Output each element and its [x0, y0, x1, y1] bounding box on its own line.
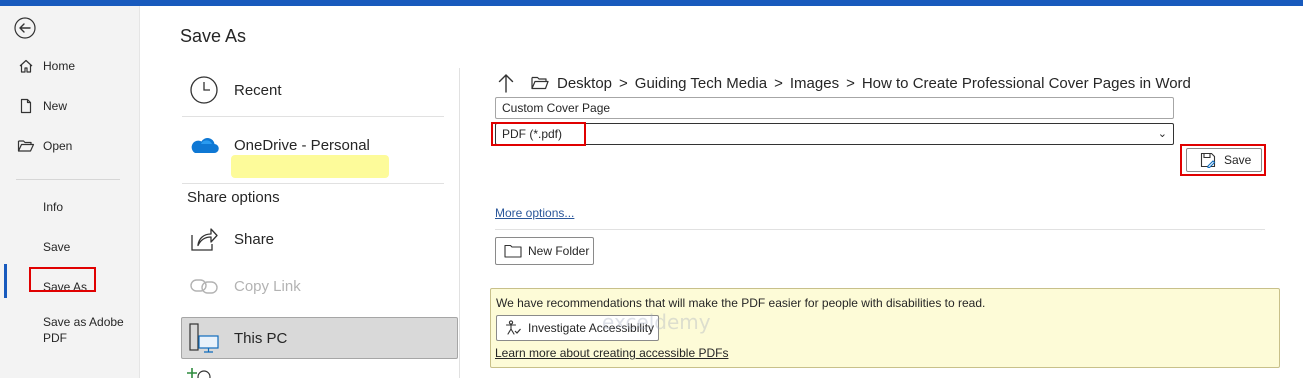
nav-new-label: New: [43, 99, 68, 113]
filetype-select[interactable]: PDF (*.pdf) ⌄: [495, 123, 1174, 145]
nav-home-label: Home: [43, 59, 76, 73]
location-copy-link-label: Copy Link: [234, 277, 301, 295]
location-this-pc-label: This PC: [234, 329, 288, 347]
location-share-label: Share: [234, 230, 275, 248]
accessibility-check-icon: [505, 320, 521, 335]
breadcrumb-item[interactable]: Images: [790, 75, 839, 92]
breadcrumb-separator: >: [619, 74, 628, 92]
share-icon: [187, 222, 221, 256]
breadcrumb-item[interactable]: Guiding Tech Media: [635, 75, 767, 92]
new-folder-label: New Folder: [528, 244, 590, 258]
new-document-icon: [17, 97, 35, 115]
new-folder-button[interactable]: New Folder: [495, 237, 594, 265]
nav-open[interactable]: Open: [0, 130, 140, 162]
home-icon: [17, 57, 35, 75]
location-copy-link[interactable]: Copy Link: [182, 269, 440, 303]
location-recent[interactable]: Recent: [182, 73, 440, 107]
nav-home[interactable]: Home: [0, 50, 140, 82]
onedrive-cloud-icon: [187, 128, 221, 162]
nav-new[interactable]: New: [0, 90, 140, 122]
pane-divider: [459, 68, 460, 378]
open-folder-icon: [17, 137, 35, 155]
accessibility-message: We have recommendations that will make t…: [496, 296, 986, 310]
watermark-logo: exceldemy: [602, 310, 711, 334]
save-highlight-box: [1180, 144, 1266, 176]
breadcrumb-separator: >: [774, 74, 783, 92]
filename-field[interactable]: Custom Cover Page: [495, 97, 1174, 119]
breadcrumb: Desktop > Guiding Tech Media > Images > …: [497, 72, 1191, 94]
back-arrow-icon[interactable]: [14, 17, 36, 39]
breadcrumb-item[interactable]: Desktop: [557, 75, 612, 92]
breadcrumb-item[interactable]: How to Create Professional Cover Pages i…: [862, 75, 1191, 92]
location-divider: [182, 183, 444, 184]
folder-icon: [504, 244, 522, 258]
location-this-pc-content: This PC: [182, 321, 440, 355]
location-onedrive-label: OneDrive - Personal: [234, 136, 370, 154]
nav-info-label: Info: [43, 200, 64, 214]
up-arrow-icon[interactable]: [497, 73, 515, 93]
nav-info[interactable]: Info: [0, 191, 140, 223]
nav-divider: [16, 179, 120, 180]
share-options-heading: Share options: [187, 189, 280, 206]
title-accent-bar: [0, 0, 1303, 6]
location-share[interactable]: Share: [182, 222, 440, 256]
more-options-link[interactable]: More options...: [495, 206, 574, 220]
filetype-highlight-box: [491, 122, 586, 146]
section-divider: [495, 229, 1265, 230]
nav-save-as-adobe-pdf[interactable]: Save as Adobe PDF: [43, 314, 125, 346]
link-icon: [187, 269, 221, 303]
breadcrumb-separator: >: [846, 74, 855, 92]
page-title: Save As: [180, 26, 247, 46]
clock-icon: [187, 73, 221, 107]
nav-save-label: Save: [43, 240, 71, 254]
learn-more-link[interactable]: Learn more about creating accessible PDF…: [495, 346, 728, 360]
location-divider: [182, 116, 444, 117]
add-place-icon[interactable]: [187, 368, 217, 378]
computer-icon: [187, 321, 221, 355]
nav-save[interactable]: Save: [0, 231, 140, 263]
location-recent-label: Recent: [234, 81, 282, 99]
chevron-down-icon: ⌄: [1157, 128, 1167, 140]
folder-icon: [531, 76, 549, 90]
redacted-account-highlight: [231, 155, 389, 178]
save-as-highlight-box: [29, 267, 96, 292]
nav-open-label: Open: [43, 139, 73, 153]
